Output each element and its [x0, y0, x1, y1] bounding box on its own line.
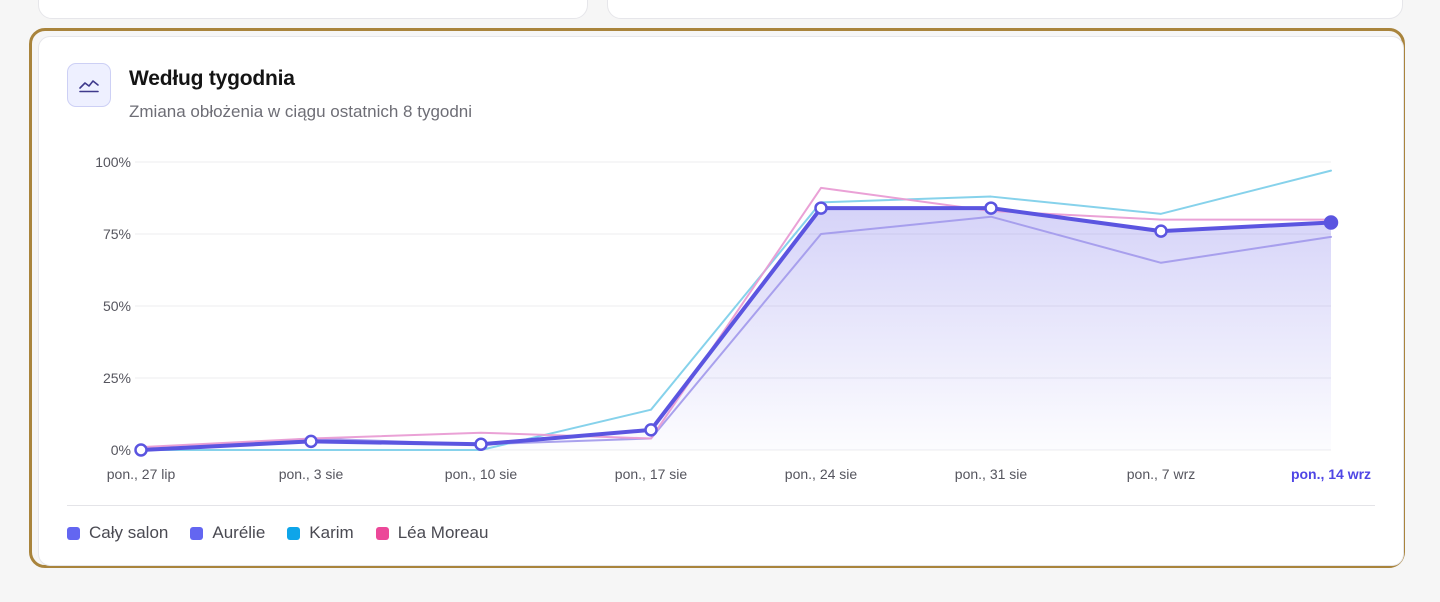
x-tick-label: pon., 17 sie: [615, 466, 688, 482]
legend-divider: [67, 505, 1375, 506]
y-tick-label: 100%: [95, 154, 131, 170]
legend-item-caly-salon[interactable]: Cały salon: [67, 523, 168, 543]
top-card-left: [38, 0, 588, 19]
data-point: [134, 443, 148, 457]
x-tick-label: pon., 10 sie: [445, 466, 518, 482]
legend-label: Léa Moreau: [397, 523, 489, 542]
legend-label: Karim: [309, 523, 354, 542]
top-card-right: [607, 0, 1403, 19]
weekly-occupancy-card: 100% 75% 50% 25% 0% pon., 27 lip pon., 3 sie p…: [38, 36, 1404, 566]
x-tick-label: pon., 3 sie: [279, 466, 344, 482]
legend-label: Aurélie: [212, 523, 266, 542]
data-point: [814, 201, 828, 215]
x-tick-label: pon., 31 sie: [955, 466, 1028, 482]
y-tick-label: 0%: [111, 442, 131, 458]
card-title: Według tygodnia: [129, 67, 295, 90]
y-tick-label: 25%: [103, 370, 131, 386]
legend-swatch: [190, 526, 204, 540]
data-point: [644, 423, 658, 437]
data-point: [984, 201, 998, 215]
y-tick-label: 50%: [103, 298, 131, 314]
x-tick-label: pon., 14 wrz: [1291, 466, 1371, 482]
legend-item-lea-moreau[interactable]: Léa Moreau: [375, 523, 489, 543]
legend-label: Cały salon: [89, 523, 169, 542]
x-tick-label: pon., 24 sie: [785, 466, 858, 482]
legend-item-aurelie[interactable]: Aurélie: [190, 523, 265, 543]
line-chart-icon: [67, 63, 111, 107]
legend-swatch: [375, 526, 389, 540]
card-subtitle: Zmiana obłożenia w ciągu ostatnich 8 tyg…: [129, 102, 473, 121]
x-tick-label: pon., 27 lip: [107, 466, 176, 482]
legend-swatch: [287, 526, 301, 540]
y-tick-label: 75%: [103, 226, 131, 242]
data-point: [1154, 224, 1168, 238]
legend-item-karim[interactable]: Karim: [287, 523, 354, 543]
series-area-fill: [141, 208, 1331, 450]
data-point: [1323, 215, 1339, 230]
data-point: [474, 437, 488, 451]
data-point: [304, 434, 318, 449]
legend-swatch: [67, 526, 80, 540]
x-tick-label: pon., 7 wrz: [1127, 466, 1195, 482]
chart-legend: Cały salon Aurélie Karim Léa Moreau: [67, 523, 488, 543]
